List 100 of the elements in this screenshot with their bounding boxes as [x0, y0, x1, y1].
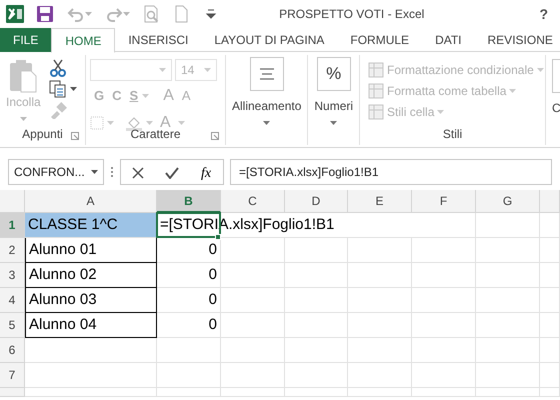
ribbon-tab[interactable]: REVISIONE: [474, 28, 560, 52]
grid-cell[interactable]: [540, 388, 560, 397]
ribbon-tab[interactable]: LAYOUT DI PAGINA: [201, 28, 338, 52]
grid-cell[interactable]: [348, 288, 412, 313]
dialog-launcher-icon[interactable]: [71, 132, 79, 140]
grid-cell[interactable]: [412, 263, 476, 288]
row-header[interactable]: 1: [0, 213, 25, 238]
grid-cell[interactable]: [412, 313, 476, 338]
grid-cell[interactable]: [348, 363, 412, 388]
column-header[interactable]: C: [221, 190, 285, 213]
grid-cell[interactable]: [25, 363, 157, 388]
grid-cell[interactable]: [221, 363, 285, 388]
grid-cell[interactable]: [540, 313, 560, 338]
fill-bucket-icon[interactable]: [125, 115, 143, 131]
grid-cell[interactable]: [348, 238, 412, 263]
table-cell[interactable]: Alunno 03: [25, 288, 157, 313]
table-cell[interactable]: CLASSE 1^C: [25, 213, 157, 238]
grid-cell[interactable]: [221, 338, 285, 363]
grid-cell[interactable]: [476, 363, 540, 388]
grid-cell[interactable]: [221, 388, 285, 397]
grid-cell[interactable]: [348, 263, 412, 288]
grid-cell[interactable]: [540, 263, 560, 288]
grid-cell[interactable]: [476, 213, 540, 238]
grid-cell[interactable]: [476, 238, 540, 263]
table-cell[interactable]: 0: [157, 263, 221, 288]
grid-cell[interactable]: [221, 313, 285, 338]
grid-cell[interactable]: [348, 338, 412, 363]
grid-cell[interactable]: [285, 363, 348, 388]
row-header[interactable]: 3: [0, 263, 25, 288]
caret-icon[interactable]: [263, 121, 270, 125]
row-header[interactable]: 2: [0, 238, 25, 263]
grid-cell[interactable]: [348, 313, 412, 338]
grid-cell[interactable]: [540, 238, 560, 263]
save-icon[interactable]: [36, 5, 54, 23]
row-header[interactable]: 7: [0, 363, 25, 388]
ribbon-tab[interactable]: HOME: [51, 28, 116, 53]
dialog-launcher-icon[interactable]: [211, 132, 219, 140]
row-header[interactable]: 5: [0, 313, 25, 338]
grid-cell[interactable]: [285, 263, 348, 288]
grid-cell[interactable]: [412, 288, 476, 313]
copy-icon[interactable]: [48, 80, 67, 98]
grid-cell[interactable]: [221, 288, 285, 313]
table-cell[interactable]: 0: [157, 288, 221, 313]
caret-icon[interactable]: [330, 121, 338, 125]
file-tab[interactable]: FILE: [0, 28, 52, 52]
table-cell[interactable]: Alunno 02: [25, 263, 157, 288]
column-header[interactable]: E: [348, 190, 412, 213]
ribbon-button[interactable]: Allineamento: [230, 57, 304, 125]
scissors-icon[interactable]: [48, 59, 67, 77]
column-header[interactable]: D: [285, 190, 348, 213]
help-button[interactable]: ?: [533, 2, 554, 26]
grid-cell[interactable]: [157, 363, 221, 388]
grid-cell[interactable]: [412, 338, 476, 363]
row-header[interactable]: [0, 388, 25, 397]
fill-handle[interactable]: [215, 234, 221, 240]
grid-cell[interactable]: [25, 338, 157, 363]
table-cell[interactable]: 0: [157, 238, 221, 263]
ribbon-button[interactable]: C: [550, 59, 560, 117]
formula-field[interactable]: =[STORIA.xlsx]Foglio1!B1: [230, 159, 552, 185]
select-all-corner[interactable]: [0, 190, 25, 213]
grid-cell[interactable]: [540, 338, 560, 363]
checkmark-icon[interactable]: [165, 167, 179, 179]
grid-cell[interactable]: [157, 338, 221, 363]
grid-cell[interactable]: [412, 363, 476, 388]
ribbon-tab[interactable]: FORMULE: [337, 28, 422, 52]
grid-cell[interactable]: [412, 213, 476, 238]
table-cell[interactable]: Alunno 04: [25, 313, 157, 338]
caret-icon[interactable]: [70, 87, 77, 91]
grid-cell[interactable]: [412, 388, 476, 397]
grid-cell[interactable]: [221, 238, 285, 263]
ribbon-button[interactable]: % Numeri: [312, 57, 356, 125]
column-header[interactable]: [540, 190, 560, 213]
row-header[interactable]: 6: [0, 338, 25, 363]
table-cell[interactable]: 0: [157, 313, 221, 338]
grid-cell[interactable]: [285, 238, 348, 263]
grid-cell[interactable]: [285, 338, 348, 363]
grid-cell[interactable]: [476, 338, 540, 363]
column-header[interactable]: B: [157, 190, 221, 213]
font-name-field[interactable]: [90, 59, 172, 81]
row-header[interactable]: 4: [0, 288, 25, 313]
caret-icon[interactable]: [91, 170, 98, 174]
grid-cell[interactable]: [285, 288, 348, 313]
column-header[interactable]: F: [412, 190, 476, 213]
table-cell[interactable]: Alunno 01: [25, 238, 157, 263]
borders-icon[interactable]: [90, 116, 104, 130]
ribbon-tab[interactable]: DATI: [422, 28, 475, 52]
grid-cell[interactable]: [285, 313, 348, 338]
grid-cell[interactable]: [221, 263, 285, 288]
grid-cell[interactable]: [285, 388, 348, 397]
grid-cell[interactable]: [540, 288, 560, 313]
grid-cell[interactable]: [157, 388, 221, 397]
grid-cell[interactable]: [540, 363, 560, 388]
grid-cell[interactable]: [476, 388, 540, 397]
cancel-icon[interactable]: [132, 167, 144, 179]
ribbon-tab[interactable]: INSERISCI: [115, 28, 202, 52]
grid-cell[interactable]: [412, 238, 476, 263]
grid-cell[interactable]: [476, 288, 540, 313]
grid-cell[interactable]: [25, 388, 157, 397]
grid-cell[interactable]: [476, 313, 540, 338]
grid-cell[interactable]: [540, 213, 560, 238]
